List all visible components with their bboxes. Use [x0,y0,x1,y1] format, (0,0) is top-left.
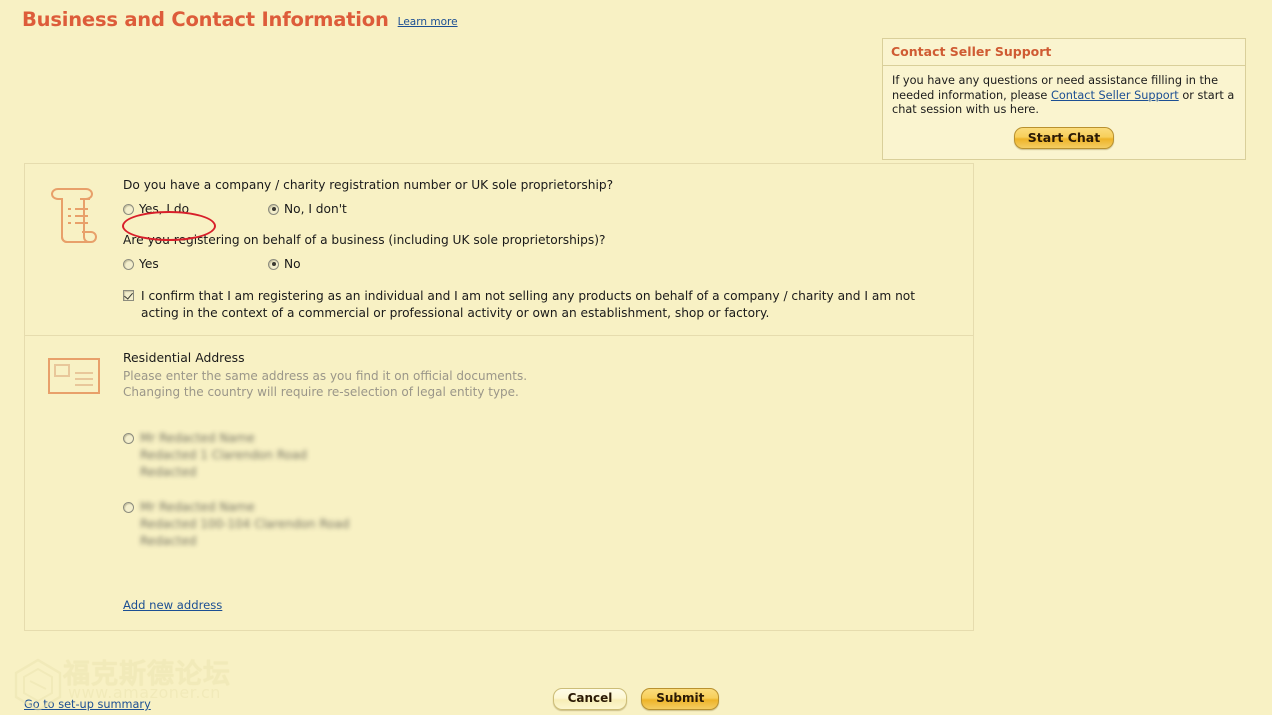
radio-address-1[interactable] [123,433,134,444]
address-card-icon [25,350,123,396]
residential-address-section: Residential Address Please enter the sam… [25,335,973,630]
question-registration-number: Do you have a company / charity registra… [123,178,614,192]
radio-behalf-yes[interactable] [123,258,134,270]
residential-address-subtitle-line-2: Changing the country will require re-sel… [123,385,519,399]
residential-address-title: Residential Address [123,350,245,365]
radio-option-behalf-no[interactable]: No [268,257,301,271]
individual-confirmation-row: I confirm that I am registering as an in… [123,288,953,321]
radio-yes-i-do[interactable] [123,203,134,215]
page-header: Business and Contact Information Learn m… [22,10,458,30]
address-2-line-1: Mr Redacted Name [140,500,255,514]
scroll-document-icon [25,178,123,246]
individual-confirmation-checkbox[interactable] [123,290,134,301]
residential-address-subtitle: Please enter the same address as you fin… [123,368,953,400]
address-1-line-2: Redacted 1 Clarendon Road [140,448,307,462]
registration-form-card: Do you have a company / charity registra… [24,163,974,631]
add-new-address-link[interactable]: Add new address [123,598,222,612]
saved-address-list: Mr Redacted Name Redacted 1 Clarendon Ro… [123,430,953,550]
radio-option-no-i-dont[interactable]: No, I don't [268,202,347,216]
radio-behalf-yes-label: Yes [139,257,159,271]
radio-yes-i-do-label: Yes, I do [139,202,190,216]
question-registering-on-behalf-options: Yes No [123,257,953,271]
radio-no-i-dont-label: No, I don't [284,202,347,216]
go-to-setup-summary-link[interactable]: Go to set-up summary [24,698,151,711]
address-2-lines: Mr Redacted Name Redacted 100-104 Claren… [140,499,349,550]
learn-more-link[interactable]: Learn more [398,16,458,30]
address-option[interactable]: Mr Redacted Name Redacted 100-104 Claren… [123,499,953,550]
business-section-body: Do you have a company / charity registra… [123,178,973,321]
address-option[interactable]: Mr Redacted Name Redacted 1 Clarendon Ro… [123,430,953,481]
watermark-text-cn: 福克斯德论坛 [63,659,231,690]
radio-behalf-no-label: No [284,257,301,271]
radio-option-behalf-yes[interactable]: Yes [123,257,268,271]
question-registering-on-behalf: Are you registering on behalf of a busin… [123,233,606,247]
support-panel-text: If you have any questions or need assist… [892,74,1236,118]
radio-address-2[interactable] [123,502,134,513]
individual-confirmation-label: I confirm that I am registering as an in… [141,289,916,320]
radio-option-yes-i-do[interactable]: Yes, I do [123,202,268,216]
support-panel-title: Contact Seller Support [883,39,1245,66]
submit-button[interactable]: Submit [641,688,720,710]
start-chat-button[interactable]: Start Chat [1013,126,1115,149]
address-1-lines: Mr Redacted Name Redacted 1 Clarendon Ro… [140,430,307,481]
support-panel-body: If you have any questions or need assist… [883,66,1245,159]
contact-seller-support-panel: Contact Seller Support If you have any q… [882,38,1246,160]
address-section-body: Residential Address Please enter the sam… [123,350,973,616]
address-2-line-2: Redacted 100-104 Clarendon Road [140,517,350,531]
radio-behalf-no[interactable] [268,258,279,270]
start-chat-row: Start Chat [892,126,1236,149]
form-footer-actions: Cancel Submit [0,688,1272,710]
cancel-button[interactable]: Cancel [552,688,628,710]
address-1-line-1: Mr Redacted Name [140,431,255,445]
business-information-section: Do you have a company / charity registra… [25,164,973,335]
residential-address-subtitle-line-1: Please enter the same address as you fin… [123,369,528,383]
address-1-line-3: Redacted [140,465,197,479]
address-2-line-3: Redacted [140,534,197,548]
question-registration-number-options: Yes, I do No, I don't [123,202,953,216]
contact-seller-support-link[interactable]: Contact Seller Support [1051,89,1179,102]
page-title: Business and Contact Information [22,8,389,31]
radio-no-i-dont[interactable] [268,203,279,215]
